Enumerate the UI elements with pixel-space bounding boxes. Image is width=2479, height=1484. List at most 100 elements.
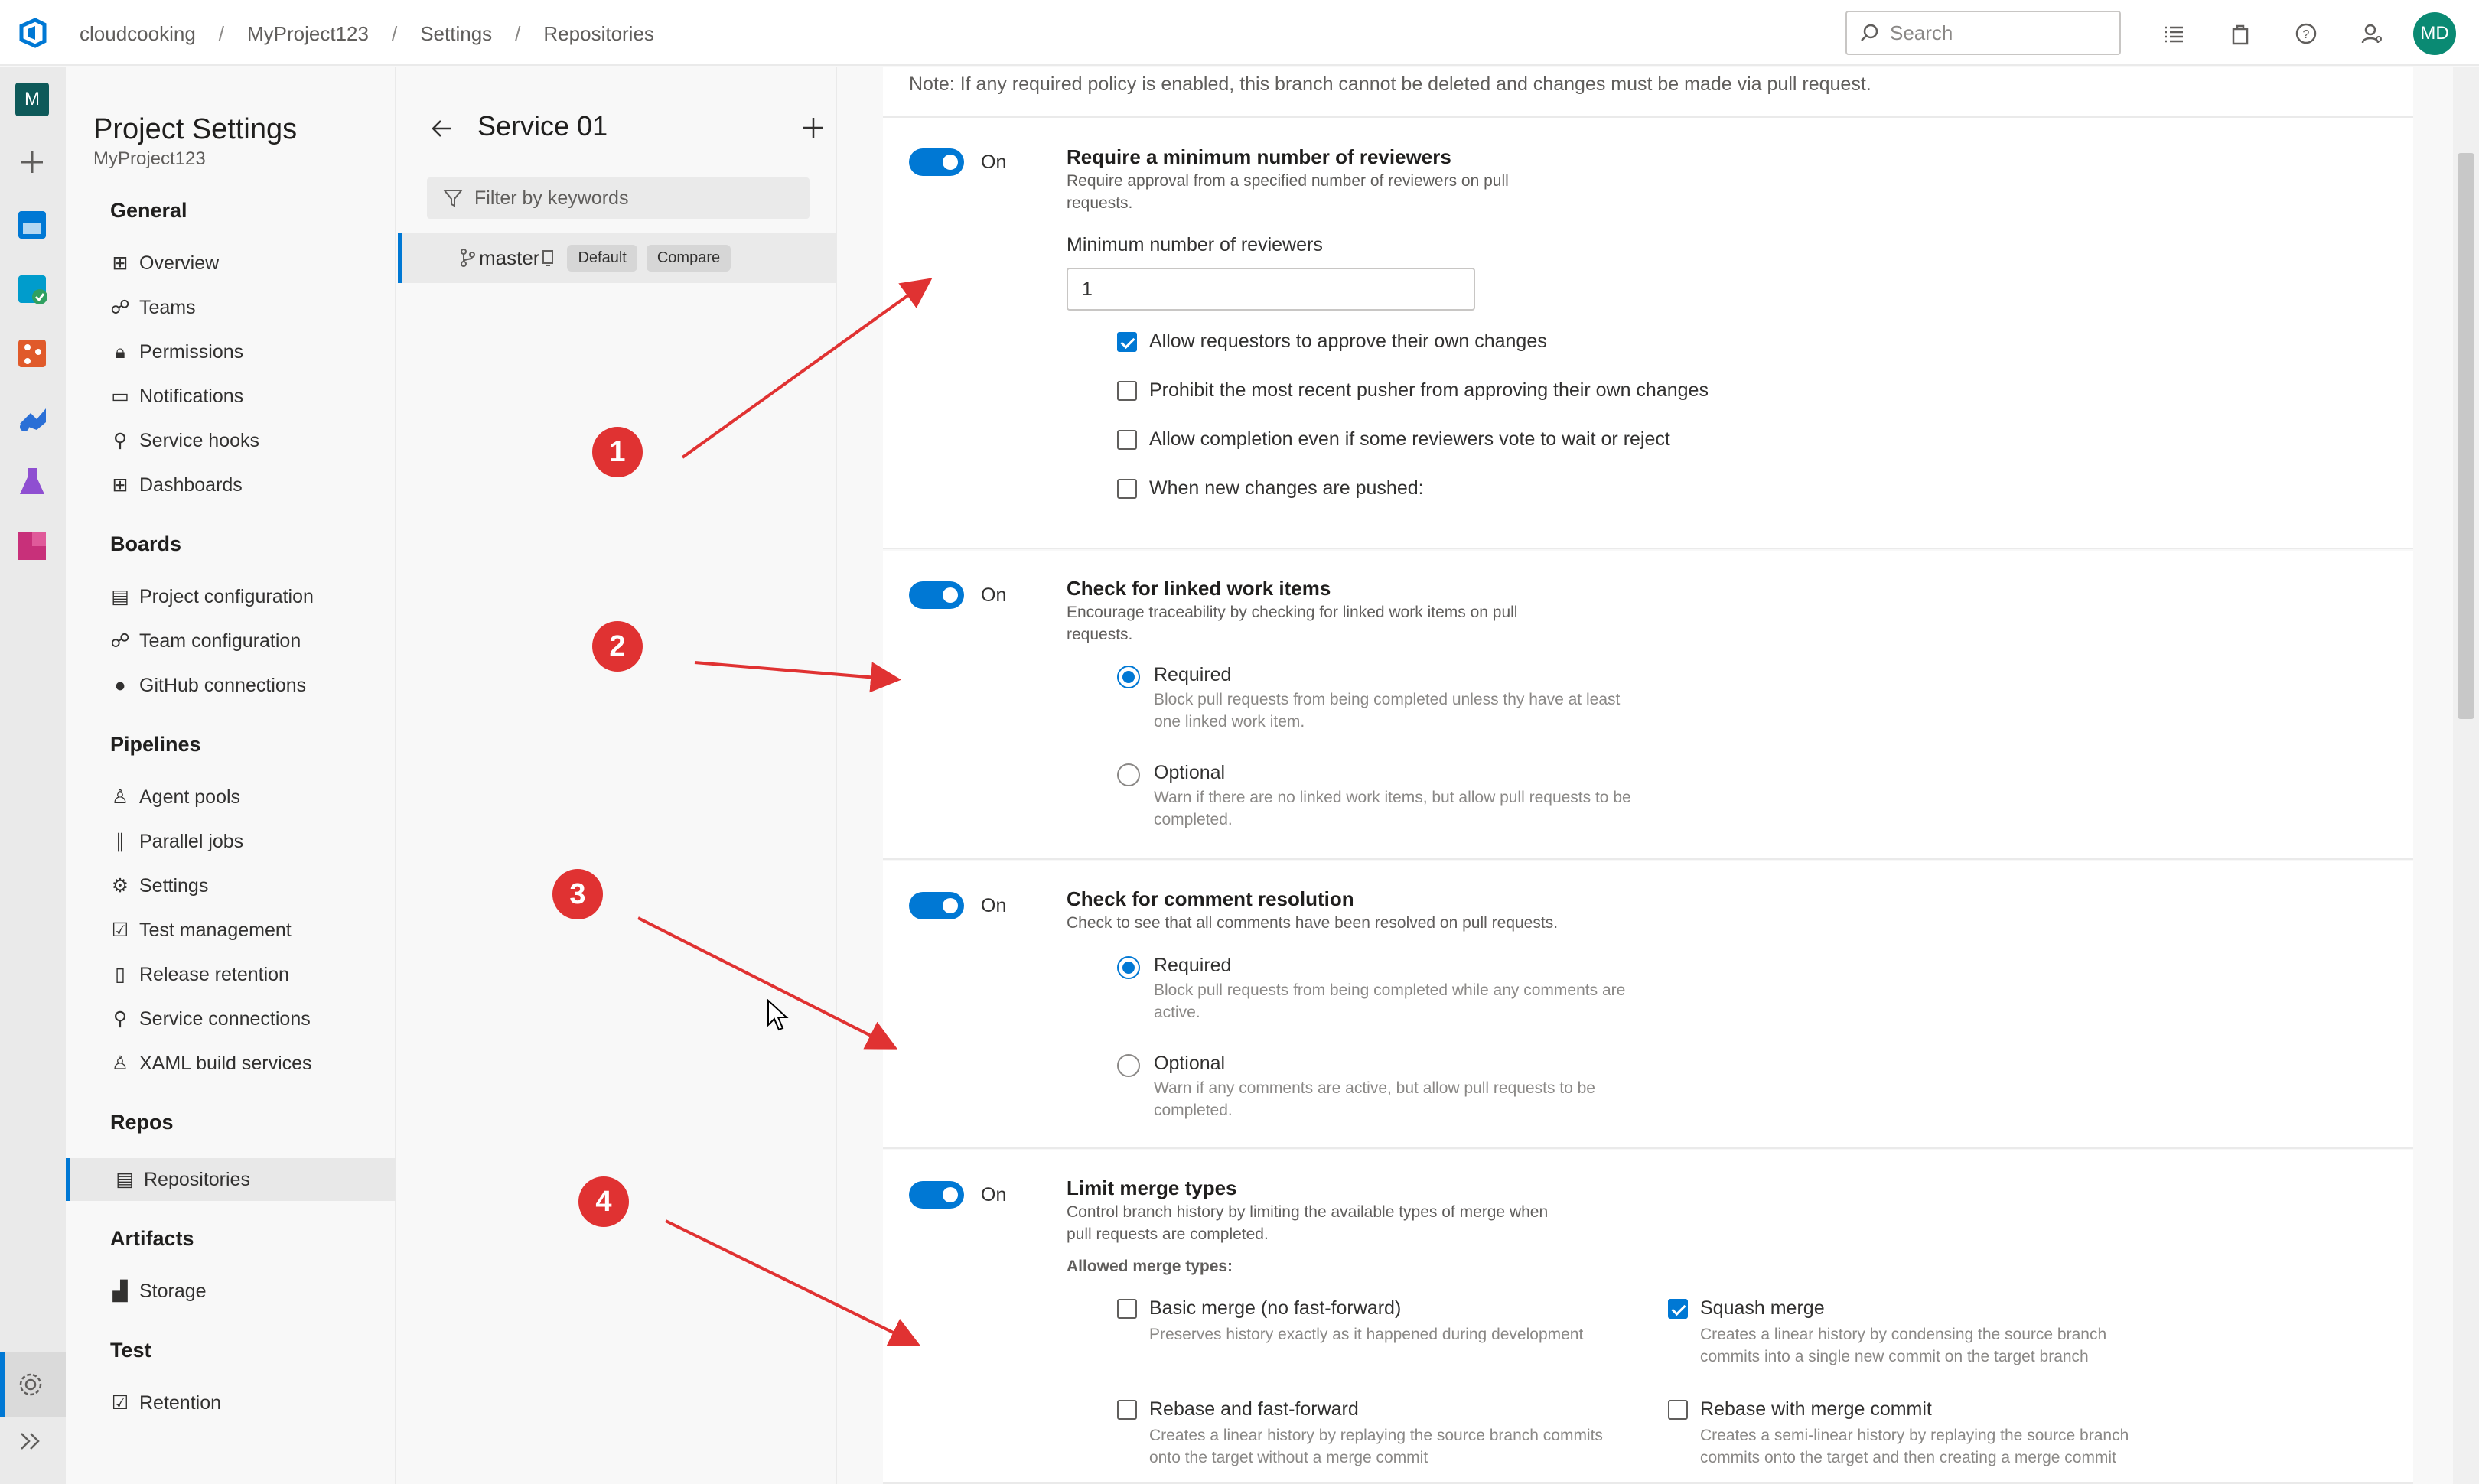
reviewers-policy-title: Require a minimum number of reviewers bbox=[1067, 145, 1451, 168]
repos-icon[interactable] bbox=[15, 337, 49, 370]
repo-document-icon: ▤ bbox=[116, 1169, 134, 1190]
policy-card-work-items: On Check for linked work items Encourage… bbox=[883, 551, 2413, 860]
nav-item-agent-pools[interactable]: ♙ Agent pools bbox=[110, 776, 396, 818]
breadcrumb-settings[interactable]: Settings bbox=[420, 22, 492, 46]
marketplace-bag-icon[interactable] bbox=[2222, 15, 2259, 52]
scrollbar-thumb[interactable] bbox=[2458, 153, 2474, 719]
rebase-fast-forward-description: Creates a linear history by replaying th… bbox=[1149, 1427, 1603, 1466]
comments-optional-label: Optional bbox=[1154, 1053, 1226, 1074]
svg-text:?: ? bbox=[2303, 28, 2310, 41]
document-gear-icon: ▤ bbox=[111, 586, 129, 607]
allow-self-approve-checkbox[interactable] bbox=[1117, 332, 1137, 352]
prohibit-pusher-approve-label: Prohibit the most recent pusher from app… bbox=[1149, 379, 1709, 401]
annotation-badge-1: 1 bbox=[592, 427, 643, 477]
project-settings-title: Project Settings bbox=[93, 113, 298, 145]
nav-item-storage[interactable]: ▟ Storage bbox=[110, 1270, 396, 1313]
work-items-toggle-label: On bbox=[981, 584, 1007, 606]
top-bar: cloudcooking / MyProject123 / Settings /… bbox=[0, 0, 2479, 66]
artifacts-icon[interactable] bbox=[15, 529, 49, 563]
work-items-toggle[interactable] bbox=[909, 581, 964, 609]
plug-icon: ⚲ bbox=[112, 430, 128, 451]
min-reviewers-input[interactable]: 1 bbox=[1067, 268, 1475, 311]
rebase-merge-commit-label: Rebase with merge commit bbox=[1700, 1398, 1932, 1420]
new-add-icon[interactable] bbox=[15, 145, 49, 179]
help-icon[interactable]: ? bbox=[2288, 15, 2324, 52]
nav-section-artifacts: Artifacts bbox=[110, 1227, 194, 1250]
team-gear-icon: ☍ bbox=[110, 630, 130, 652]
org-icon[interactable]: M bbox=[15, 83, 49, 116]
nav-item-service-hooks[interactable]: ⚲ Service hooks bbox=[110, 419, 396, 462]
branch-panel: Service 01 Filter by keywords master Def… bbox=[398, 67, 837, 1484]
notification-icon: ▭ bbox=[111, 386, 129, 407]
work-items-required-radio[interactable] bbox=[1117, 666, 1140, 688]
policy-card-merge-types: On Limit merge types Control branch hist… bbox=[883, 1150, 2413, 1484]
nav-item-test-management[interactable]: ☑ Test management bbox=[110, 909, 396, 952]
filter-input[interactable]: Filter by keywords bbox=[427, 177, 810, 219]
project-settings-rail-item[interactable] bbox=[0, 1352, 66, 1417]
annotation-badge-4: 4 bbox=[578, 1176, 629, 1227]
nav-item-permissions[interactable]: 🔒︎ Permissions bbox=[110, 330, 396, 373]
main-scrollbar[interactable] bbox=[2453, 67, 2479, 1484]
work-items-optional-radio[interactable] bbox=[1117, 763, 1140, 786]
nav-item-parallel-jobs[interactable]: ∥ Parallel jobs bbox=[110, 820, 396, 863]
search-box[interactable]: Search bbox=[1845, 11, 2121, 55]
reviewers-toggle[interactable] bbox=[909, 148, 964, 176]
nav-item-release-retention[interactable]: ▯ Release retention bbox=[110, 953, 396, 996]
teams-icon: ☍ bbox=[110, 297, 130, 318]
nav-item-github-connections[interactable]: ● GitHub connections bbox=[110, 664, 396, 707]
pipelines-icon[interactable] bbox=[15, 401, 49, 434]
comments-toggle[interactable] bbox=[909, 892, 964, 919]
overview-icon[interactable] bbox=[15, 208, 49, 242]
branch-name: master bbox=[479, 246, 540, 269]
nav-item-overview[interactable]: ⊞ Overview bbox=[110, 242, 396, 285]
nav-item-teams[interactable]: ☍ Teams bbox=[110, 286, 396, 329]
prohibit-pusher-approve-checkbox[interactable] bbox=[1117, 381, 1137, 401]
basic-merge-label: Basic merge (no fast-forward) bbox=[1149, 1297, 1402, 1319]
expand-chevrons-icon[interactable] bbox=[17, 1427, 44, 1455]
nav-item-service-connections[interactable]: ⚲ Service connections bbox=[110, 997, 396, 1040]
back-arrow-icon[interactable] bbox=[428, 115, 456, 142]
merge-types-toggle[interactable] bbox=[909, 1181, 964, 1209]
nav-item-xaml-build-services[interactable]: ♙ XAML build services bbox=[110, 1042, 396, 1085]
new-changes-pushed-checkbox[interactable] bbox=[1117, 479, 1137, 499]
basic-merge-description: Preserves history exactly as it happened… bbox=[1149, 1326, 1584, 1343]
nav-item-project-configuration[interactable]: ▤ Project configuration bbox=[110, 575, 396, 618]
nav-item-repositories[interactable]: ▤ Repositories bbox=[66, 1158, 396, 1201]
squash-merge-checkbox[interactable] bbox=[1668, 1299, 1688, 1319]
work-items-optional-description: Warn if there are no linked work items, … bbox=[1154, 789, 1631, 828]
basic-merge-checkbox[interactable] bbox=[1117, 1299, 1137, 1319]
gear-icon bbox=[19, 1373, 42, 1396]
filter-placeholder: Filter by keywords bbox=[474, 187, 629, 209]
comments-optional-radio[interactable] bbox=[1117, 1054, 1140, 1077]
compare-button[interactable]: Compare bbox=[646, 244, 731, 272]
user-settings-icon[interactable] bbox=[2354, 15, 2390, 52]
allow-completion-checkbox[interactable] bbox=[1117, 430, 1137, 450]
azure-devops-logo-icon[interactable] bbox=[17, 17, 49, 49]
work-items-list-icon[interactable] bbox=[2156, 15, 2193, 52]
new-changes-pushed-label: When new changes are pushed: bbox=[1149, 477, 1424, 499]
nav-item-notifications[interactable]: ▭ Notifications bbox=[110, 375, 396, 418]
nav-item-retention[interactable]: ☑ Retention bbox=[110, 1381, 396, 1424]
breadcrumb-org[interactable]: cloudcooking bbox=[80, 22, 196, 46]
github-icon: ● bbox=[114, 674, 126, 696]
phone-icon: ▯ bbox=[115, 964, 125, 985]
rebase-merge-commit-checkbox[interactable] bbox=[1668, 1400, 1688, 1420]
nav-item-settings[interactable]: ⚙ Settings bbox=[110, 864, 396, 907]
gear-icon: ⚙ bbox=[111, 875, 129, 897]
test-plans-icon[interactable] bbox=[15, 465, 49, 499]
dashboard-icon: ⊞ bbox=[112, 474, 129, 496]
merge-types-policy-description: Control branch history by limiting the a… bbox=[1067, 1203, 1549, 1243]
breadcrumb-project[interactable]: MyProject123 bbox=[247, 22, 369, 46]
rebase-fast-forward-checkbox[interactable] bbox=[1117, 1400, 1137, 1420]
avatar[interactable]: MD bbox=[2413, 12, 2456, 55]
add-icon[interactable] bbox=[800, 115, 826, 141]
breadcrumb-repositories[interactable]: Repositories bbox=[543, 22, 654, 46]
comments-optional-description: Warn if any comments are active, but all… bbox=[1154, 1079, 1595, 1119]
reviewers-policy-description: Require approval from a specified number… bbox=[1067, 172, 1509, 212]
nav-item-team-configuration[interactable]: ☍ Team configuration bbox=[110, 620, 396, 662]
nav-item-dashboards[interactable]: ⊞ Dashboards bbox=[110, 464, 396, 506]
boards-icon[interactable] bbox=[15, 272, 49, 306]
project-settings-subtitle: MyProject123 bbox=[93, 148, 206, 169]
branch-row-master[interactable]: master Default Compare bbox=[398, 233, 836, 283]
comments-required-radio[interactable] bbox=[1117, 956, 1140, 979]
